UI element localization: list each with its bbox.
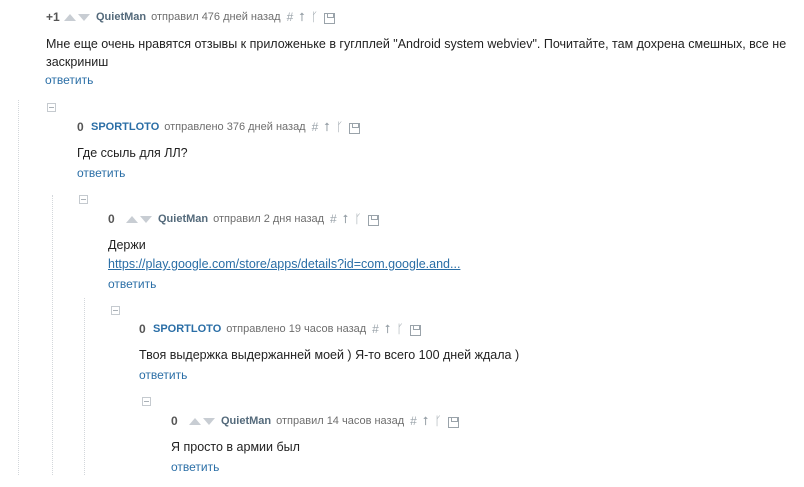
parent-arrow-icon[interactable]: ⭡ [385,322,391,337]
comment: 0 QuietMan отправил 2 дня назад # ⭡ ᚴ Де… [108,211,788,292]
comment-author[interactable]: SPORTLOTO [153,323,221,335]
comment-text: Держи [108,238,146,252]
permalink-icon[interactable]: # [312,120,319,134]
reply-link[interactable]: ответить [171,460,791,474]
reply-link[interactable]: ответить [45,73,796,87]
reply-link[interactable]: ответить [77,166,777,180]
permalink-icon[interactable]: # [330,212,337,226]
comment-text: Твоя выдержка выдержанней моей ) Я-то вс… [139,348,520,362]
comment-author[interactable]: QuietMan [96,11,146,23]
comment-date: отправлено 376 дней назад [164,121,306,133]
permalink-icon[interactable]: # [287,10,294,24]
comment-text: Где ссыль для ЛЛ? [77,146,188,160]
comment: 0 QuietMan отправил 14 часов назад # ⭡ ᚴ… [171,413,791,474]
branch-icon[interactable]: ᚴ [397,322,404,336]
parent-arrow-icon[interactable]: ⭡ [343,212,349,227]
comment-header: 0 SPORTLOTO отправлено 376 дней назад # … [77,119,777,135]
comment-header: 0 QuietMan отправил 14 часов назад # ⭡ ᚴ [171,413,791,429]
reply-link[interactable]: ответить [108,277,788,291]
downvote-icon[interactable] [140,215,152,223]
vote-controls [189,417,215,425]
collapse-toggle-icon[interactable] [47,103,56,112]
comment-author[interactable]: QuietMan [158,213,208,225]
collapse-toggle-icon[interactable] [111,306,120,315]
thread-line [84,298,85,475]
reply-link[interactable]: ответить [139,368,789,382]
comment-link[interactable]: https://play.google.com/store/apps/detai… [108,255,788,273]
save-icon[interactable] [349,122,361,134]
downvote-icon[interactable] [203,417,215,425]
comment-date: отправлено 19 часов назад [226,323,367,335]
branch-icon[interactable]: ᚴ [311,10,318,24]
parent-arrow-icon[interactable]: ⭡ [324,120,330,135]
collapse-toggle-icon[interactable] [142,397,151,406]
collapse-toggle-icon[interactable] [79,195,88,204]
comment-header: 0 QuietMan отправил 2 дня назад # ⭡ ᚴ [108,211,788,227]
comment-rating: 0 [77,120,84,134]
branch-icon[interactable]: ᚴ [434,414,441,428]
comment-date: отправил 14 часов назад [276,415,405,427]
comment-text: Мне еще очень нравятся отзывы к приложен… [46,37,787,69]
comment-date: отправил 2 дня назад [213,213,325,225]
comment: 0 SPORTLOTO отправлено 19 часов назад # … [139,321,789,383]
comment-rating: 0 [108,212,115,226]
save-icon[interactable] [324,12,336,24]
comment-author[interactable]: QuietMan [221,415,271,427]
comment: 0 SPORTLOTO отправлено 376 дней назад # … [77,119,777,180]
comment-date: отправил 476 дней назад [151,11,281,23]
comment-header: +1 QuietMan отправил 476 дней назад # ⭡ … [46,9,796,25]
vote-controls [126,215,152,223]
permalink-icon[interactable]: # [410,414,417,428]
upvote-icon[interactable] [64,13,76,21]
branch-icon[interactable]: ᚴ [336,120,343,134]
permalink-icon[interactable]: # [372,322,379,336]
parent-arrow-icon[interactable]: ⭡ [299,10,305,25]
comment-text: Я просто в армии был [171,440,300,454]
comment-author[interactable]: SPORTLOTO [91,121,159,133]
save-icon[interactable] [367,214,379,226]
thread-line [18,100,19,475]
upvote-icon[interactable] [126,215,138,223]
comment-rating: 0 [171,414,178,428]
comment: +1 QuietMan отправил 476 дней назад # ⭡ … [45,9,796,88]
downvote-icon[interactable] [78,13,90,21]
branch-icon[interactable]: ᚴ [354,212,361,226]
comment-header: 0 SPORTLOTO отправлено 19 часов назад # … [139,321,789,337]
parent-arrow-icon[interactable]: ⭡ [423,414,429,429]
thread-line [52,195,53,475]
comment-rating: +1 [46,10,60,24]
vote-controls [64,13,90,21]
comment-rating: 0 [139,322,146,336]
save-icon[interactable] [447,416,459,428]
upvote-icon[interactable] [189,417,201,425]
save-icon[interactable] [409,324,421,336]
